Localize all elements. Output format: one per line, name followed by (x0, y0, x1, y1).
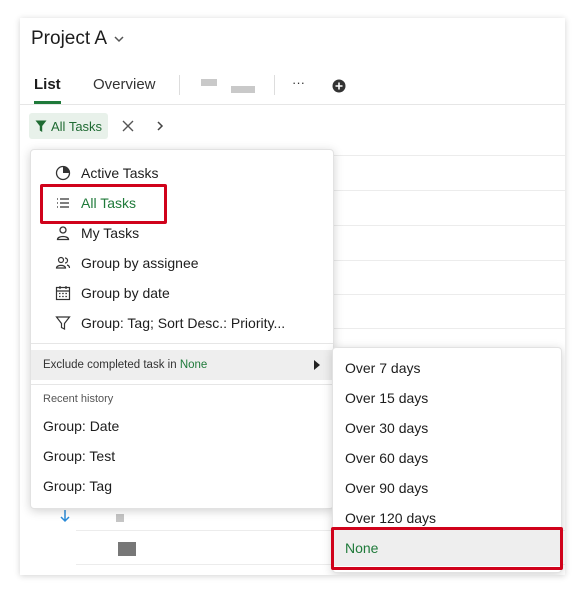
exclude-option-over-120-days[interactable]: Over 120 days (345, 510, 436, 526)
exclude-completed-menu-item[interactable]: Exclude completed task in None (31, 350, 333, 380)
view-option-group-by-date[interactable]: Group by date (55, 282, 170, 304)
active-tab-indicator (34, 101, 61, 104)
menu-divider (31, 384, 333, 385)
recent-history-label: Recent history (43, 393, 114, 405)
project-title: Project A (31, 28, 108, 49)
view-option-group-tag-sort-priority[interactable]: Group: Tag; Sort Desc.: Priority... (55, 312, 285, 334)
view-option-group-by-assignee[interactable]: Group by assignee (55, 252, 199, 274)
exclude-option-none[interactable]: None (345, 540, 378, 556)
filter-chip-label: All Tasks (51, 118, 103, 134)
funnel-icon (35, 120, 47, 132)
recent-history-item[interactable]: Group: Tag (43, 478, 112, 494)
exclude-option-over-30-days[interactable]: Over 30 days (345, 420, 428, 436)
menu-divider (31, 343, 333, 344)
chevron-right-icon[interactable] (153, 118, 167, 134)
view-selector-dropdown: Active Tasks All Tasks My Tasks Group by… (30, 149, 334, 509)
exclude-option-over-60-days[interactable]: Over 60 days (345, 450, 428, 466)
exclude-option-over-90-days[interactable]: Over 90 days (345, 480, 428, 496)
half-circle-icon (55, 165, 71, 181)
more-tabs-button[interactable]: ··· (292, 75, 305, 90)
project-panel: Project A List Overview ··· All Tasks Ac… (20, 18, 565, 575)
recent-history-item[interactable]: Group: Test (43, 448, 115, 464)
view-tabs: List Overview ··· (20, 73, 565, 105)
exclude-completed-value: None (179, 359, 208, 371)
exclude-completed-submenu: Over 7 days Over 15 days Over 30 days Ov… (332, 347, 562, 573)
view-option-my-tasks[interactable]: My Tasks (55, 222, 139, 244)
tab-divider (274, 75, 275, 95)
calendar-icon (55, 286, 71, 301)
redacted-avatar (118, 542, 136, 556)
submenu-arrow-icon (314, 360, 320, 370)
person-icon (56, 226, 70, 241)
tab-overview[interactable]: Overview (93, 76, 156, 93)
project-title-row[interactable]: Project A (31, 28, 125, 50)
recent-history-item[interactable]: Group: Date (43, 418, 119, 434)
funnel-icon (55, 316, 71, 330)
list-icon (57, 198, 69, 208)
exclude-option-over-15-days[interactable]: Over 15 days (345, 390, 428, 406)
arrow-down-icon[interactable] (58, 508, 72, 524)
tab-list[interactable]: List (34, 76, 61, 93)
redacted-tab[interactable] (231, 86, 255, 93)
view-filter-chip[interactable]: All Tasks (29, 113, 109, 139)
redacted-avatar (116, 514, 124, 522)
chevron-down-icon (114, 36, 124, 43)
view-option-active-tasks[interactable]: Active Tasks (55, 162, 159, 184)
redacted-tab[interactable] (201, 79, 217, 86)
tab-divider (179, 75, 180, 95)
exclude-option-over-7-days[interactable]: Over 7 days (345, 360, 420, 376)
view-option-all-tasks[interactable]: All Tasks (55, 192, 136, 214)
add-tab-icon[interactable] (332, 79, 346, 93)
people-icon (55, 256, 71, 269)
exclude-completed-label: Exclude completed task in None (43, 359, 208, 371)
close-icon[interactable] (120, 118, 136, 134)
